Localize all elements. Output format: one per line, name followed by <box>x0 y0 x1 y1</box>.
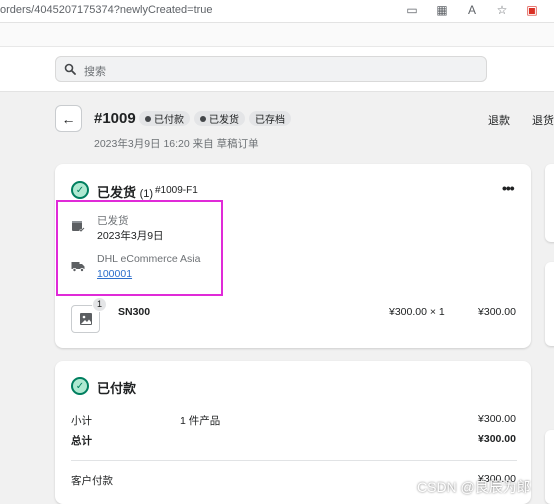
back-button[interactable]: ← <box>55 105 82 132</box>
top-strip <box>0 23 554 47</box>
subtotal-items: 1 件产品 <box>180 415 221 427</box>
fulfillment-id: #1009-F1 <box>155 185 198 196</box>
quantity-badge: 1 <box>92 297 107 312</box>
tracking-number-link[interactable]: 100001 <box>97 268 132 280</box>
product-total: ¥300.00 <box>478 306 516 318</box>
total-value: ¥300.00 <box>478 433 516 445</box>
status-badge-paid: 已付款 <box>139 111 190 126</box>
product-price-qty: ¥300.00 × 1 <box>389 306 445 318</box>
watermark: CSDN @良辰为郎 <box>417 479 531 495</box>
arrow-left-icon: ← <box>61 110 76 127</box>
search-placeholder: 搜索 <box>84 66 106 78</box>
order-subtitle: 2023年3月9日 16:20 来自 草稿订单 <box>94 138 259 150</box>
divider <box>71 460 517 461</box>
qr-code-icon[interactable]: ▦ <box>434 3 450 17</box>
extension-icon[interactable]: ▣ <box>524 3 540 17</box>
favorites-icon[interactable]: ☆ <box>494 3 510 17</box>
fulfillment-title: 已发货 (1) <box>97 185 154 200</box>
fulfillment-date: 2023年3月9日 <box>97 230 164 242</box>
payment-title: 已付款 <box>97 381 137 396</box>
carrier-name: DHL eCommerce Asia <box>97 253 201 265</box>
paid-label: 客户付款 <box>71 475 113 487</box>
total-label: 总计 <box>71 435 92 447</box>
check-circle-icon: ✓ <box>71 377 89 395</box>
side-card <box>545 430 554 504</box>
refund-button[interactable]: 退款 <box>488 112 510 128</box>
image-icon <box>79 313 92 325</box>
topbar: 搜索 <box>0 47 554 92</box>
header-actions: 退款 退货 <box>488 112 554 128</box>
return-button[interactable]: 退货 <box>532 112 554 128</box>
search-icon <box>64 63 76 75</box>
subtotal-label: 小计 <box>71 415 92 427</box>
browser-address-bar: orders/4045207175374?newlyCreated=true ▭… <box>0 0 554 23</box>
fulfilled-package-icon <box>72 221 85 233</box>
truck-icon <box>71 262 85 272</box>
read-aloud-icon[interactable]: A <box>464 3 480 17</box>
side-card <box>545 262 554 346</box>
check-circle-icon: ✓ <box>71 181 89 199</box>
status-badge-archived: 已存档 <box>249 111 291 126</box>
url-text[interactable]: orders/4045207175374?newlyCreated=true <box>0 4 213 16</box>
reader-mode-icon[interactable]: ▭ <box>404 3 420 17</box>
highlight-box <box>56 200 223 296</box>
product-name[interactable]: SN300 <box>118 306 150 318</box>
fulfillment-status-label: 已发货 <box>97 215 129 227</box>
side-card <box>545 164 554 242</box>
page-title: #1009 <box>94 110 136 127</box>
subtotal-value: ¥300.00 <box>478 413 516 425</box>
status-badges: 已付款 已发货 已存档 <box>139 111 291 126</box>
search-input[interactable]: 搜索 <box>55 56 487 82</box>
more-actions-icon[interactable]: ••• <box>502 180 515 196</box>
status-badge-fulfilled: 已发货 <box>194 111 245 126</box>
